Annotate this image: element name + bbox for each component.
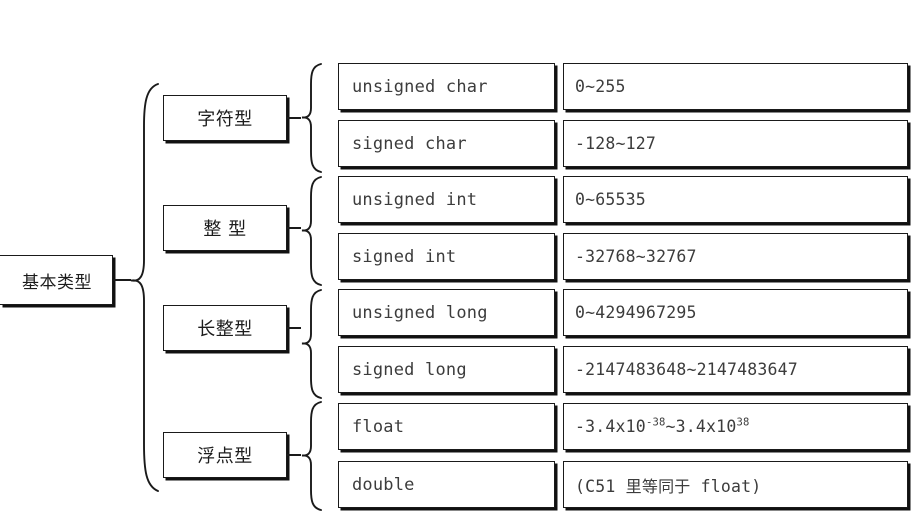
range-label: 0~255 bbox=[575, 77, 626, 96]
root-brace-stem bbox=[113, 279, 131, 281]
range-box: -128~127 bbox=[563, 120, 908, 167]
float-prefix: -3.4x10 bbox=[575, 417, 646, 436]
category-brace-stem-long bbox=[287, 327, 301, 329]
type-label: signed int bbox=[352, 246, 457, 267]
category-label: 长整型 bbox=[197, 319, 253, 340]
category-brace-stem-char bbox=[287, 117, 301, 119]
root-box-basic-types: 基本类型 bbox=[0, 255, 113, 305]
range-label: 0~65535 bbox=[575, 190, 646, 209]
double-cjk: 里等同于 bbox=[625, 476, 691, 496]
range-box: (C51 里等同于 float) bbox=[563, 461, 908, 508]
double-open: (C51 bbox=[575, 476, 626, 496]
category-box-int: 整 型 bbox=[163, 205, 287, 251]
type-box: double bbox=[338, 461, 555, 508]
type-label: unsigned int bbox=[352, 189, 478, 210]
float-exp-high: 38 bbox=[736, 416, 750, 429]
category-box-char: 字符型 bbox=[163, 95, 287, 141]
type-box: signed int bbox=[338, 233, 555, 280]
float-exp-low: -38 bbox=[645, 416, 666, 429]
type-label: signed long bbox=[352, 359, 467, 380]
range-box: -2147483648~2147483647 bbox=[563, 346, 908, 393]
type-box: signed char bbox=[338, 120, 555, 167]
type-label: double bbox=[352, 474, 415, 495]
root-brace bbox=[128, 82, 162, 494]
range-label: -128~127 bbox=[575, 134, 657, 153]
range-label-double: (C51 里等同于 float) bbox=[564, 473, 761, 497]
range-label: -2147483648~2147483647 bbox=[575, 360, 798, 379]
root-box-label: 基本类型 bbox=[22, 272, 92, 293]
range-label-float: -3.4x10-38~3.4x1038 bbox=[564, 417, 750, 436]
category-brace-long bbox=[299, 288, 325, 400]
category-box-long: 长整型 bbox=[163, 305, 287, 351]
range-box: 0~65535 bbox=[563, 176, 908, 223]
category-brace-int bbox=[299, 175, 325, 287]
type-box: float bbox=[338, 403, 555, 450]
type-box: signed long bbox=[338, 346, 555, 393]
category-brace-stem-float bbox=[287, 454, 301, 456]
category-brace-float bbox=[299, 400, 325, 512]
range-box: -32768~32767 bbox=[563, 233, 908, 280]
type-box: unsigned long bbox=[338, 289, 555, 336]
range-label: 0~4294967295 bbox=[575, 303, 697, 322]
type-box: unsigned char bbox=[338, 63, 555, 110]
double-close: float) bbox=[690, 476, 762, 496]
category-brace-char bbox=[299, 62, 325, 174]
range-label: -32768~32767 bbox=[575, 247, 697, 266]
category-box-float: 浮点型 bbox=[163, 432, 287, 478]
type-box: unsigned int bbox=[338, 176, 555, 223]
type-label: unsigned long bbox=[352, 302, 488, 323]
category-label: 浮点型 bbox=[197, 446, 253, 467]
type-label: signed char bbox=[352, 133, 467, 154]
float-middle: ~3.4x10 bbox=[665, 417, 737, 436]
category-brace-stem-int bbox=[287, 227, 301, 229]
type-label: float bbox=[352, 416, 405, 437]
type-label: unsigned char bbox=[352, 76, 488, 97]
category-label: 字符型 bbox=[197, 109, 253, 130]
diagram-canvas: 基本类型 字符型 整 型 长整型 浮点型 unsigned char signe… bbox=[0, 0, 924, 526]
category-label: 整 型 bbox=[203, 219, 247, 240]
range-box: -3.4x10-38~3.4x1038 bbox=[563, 403, 908, 450]
range-box: 0~4294967295 bbox=[563, 289, 908, 336]
range-box: 0~255 bbox=[563, 63, 908, 110]
